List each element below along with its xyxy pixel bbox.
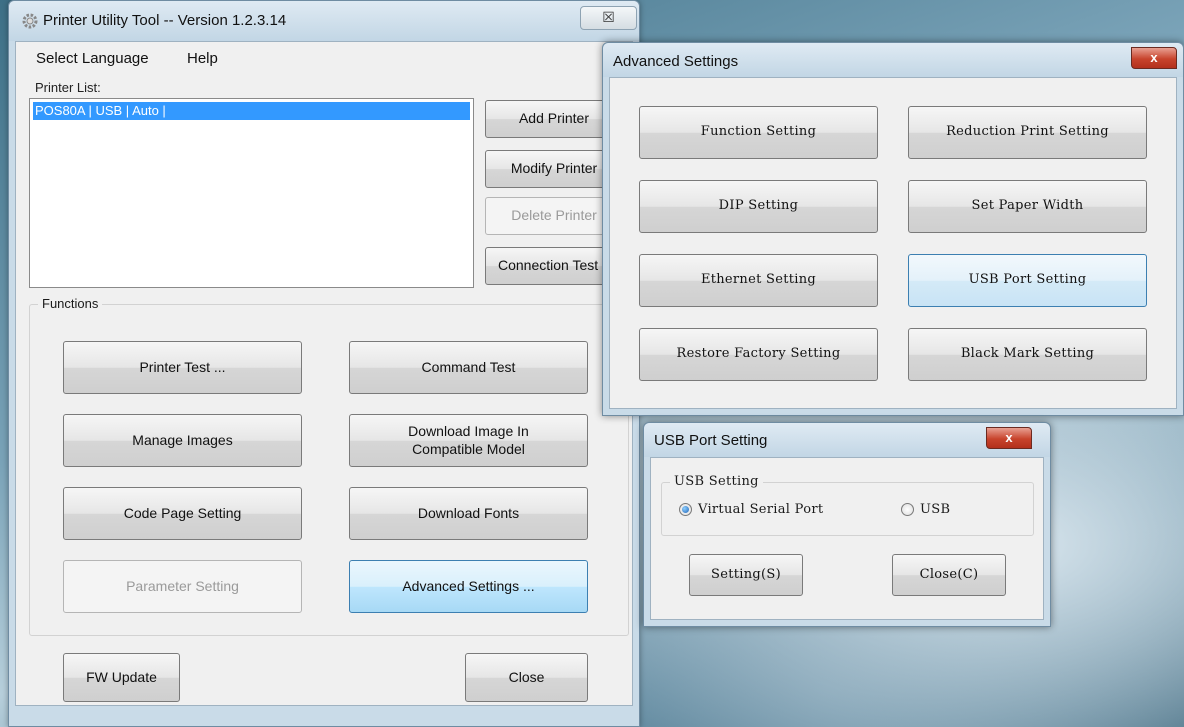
usb-close-button[interactable]: x (986, 427, 1032, 449)
advanced-client: Function Setting Reduction Print Setting… (609, 77, 1177, 409)
dip-setting-button[interactable]: DIP Setting (639, 180, 878, 233)
usb-setting-button[interactable]: Setting(S) (689, 554, 803, 596)
list-item[interactable]: POS80A | USB | Auto | (33, 102, 470, 120)
close-icon: x (1150, 50, 1158, 65)
code-page-setting-button[interactable]: Code Page Setting (63, 487, 302, 540)
usb-port-setting-button[interactable]: USB Port Setting (908, 254, 1147, 307)
restore-factory-setting-button[interactable]: Restore Factory Setting (639, 328, 878, 381)
main-titlebar[interactable]: Printer Utility Tool -- Version 1.2.3.14… (9, 1, 639, 41)
main-client: Select Language Help Printer List: POS80… (15, 41, 633, 706)
usb-option-label: USB (920, 502, 951, 517)
manage-images-button[interactable]: Manage Images (63, 414, 302, 467)
printer-list[interactable]: POS80A | USB | Auto | (29, 98, 474, 288)
gear-icon (22, 13, 38, 29)
download-image-button[interactable]: Download Image In Compatible Model (349, 414, 588, 467)
set-paper-width-button[interactable]: Set Paper Width (908, 180, 1147, 233)
menu-help[interactable]: Help (187, 50, 218, 67)
virtual-serial-port-radio[interactable]: Virtual Serial Port (679, 502, 823, 517)
radio-selected-icon (679, 503, 692, 516)
usb-client: USB Setting Virtual Serial Port USB Sett… (650, 457, 1044, 620)
download-fonts-button[interactable]: Download Fonts (349, 487, 588, 540)
parameter-setting-button[interactable]: Parameter Setting (63, 560, 302, 613)
advanced-title: Advanced Settings (613, 53, 739, 70)
ethernet-setting-button[interactable]: Ethernet Setting (639, 254, 878, 307)
command-test-button[interactable]: Command Test (349, 341, 588, 394)
advanced-titlebar[interactable]: Advanced Settings x (603, 43, 1183, 77)
virtual-serial-port-label: Virtual Serial Port (698, 502, 824, 517)
menu-bar: Select Language Help (16, 42, 632, 76)
main-window: Printer Utility Tool -- Version 1.2.3.14… (8, 0, 640, 727)
window-title: Printer Utility Tool -- Version 1.2.3.14 (43, 12, 287, 29)
usb-radio[interactable]: USB (901, 502, 950, 517)
printer-test-button[interactable]: Printer Test ... (63, 341, 302, 394)
black-mark-setting-button[interactable]: Black Mark Setting (908, 328, 1147, 381)
radio-unselected-icon (901, 503, 914, 516)
usb-close-dialog-button[interactable]: Close(C) (892, 554, 1006, 596)
advanced-settings-button[interactable]: Advanced Settings ... (349, 560, 588, 613)
reduction-print-setting-button[interactable]: Reduction Print Setting (908, 106, 1147, 159)
usb-setting-label: USB Setting (670, 474, 763, 489)
functions-label: Functions (38, 296, 103, 311)
usb-title: USB Port Setting (654, 432, 768, 449)
usb-titlebar[interactable]: USB Port Setting x (644, 423, 1050, 457)
close-window-button[interactable]: ☒ (580, 6, 637, 30)
advanced-close-button[interactable]: x (1131, 47, 1177, 69)
close-icon: ☒ (602, 9, 615, 25)
usb-port-setting-window: USB Port Setting x USB Setting Virtual S… (643, 422, 1051, 627)
menu-select-language[interactable]: Select Language (36, 50, 149, 67)
function-setting-button[interactable]: Function Setting (639, 106, 878, 159)
advanced-settings-window: Advanced Settings x Function Setting Red… (602, 42, 1184, 416)
printer-list-label: Printer List: (35, 80, 101, 95)
fw-update-button[interactable]: FW Update (63, 653, 180, 702)
close-icon: x (1005, 430, 1013, 445)
close-button[interactable]: Close (465, 653, 588, 702)
